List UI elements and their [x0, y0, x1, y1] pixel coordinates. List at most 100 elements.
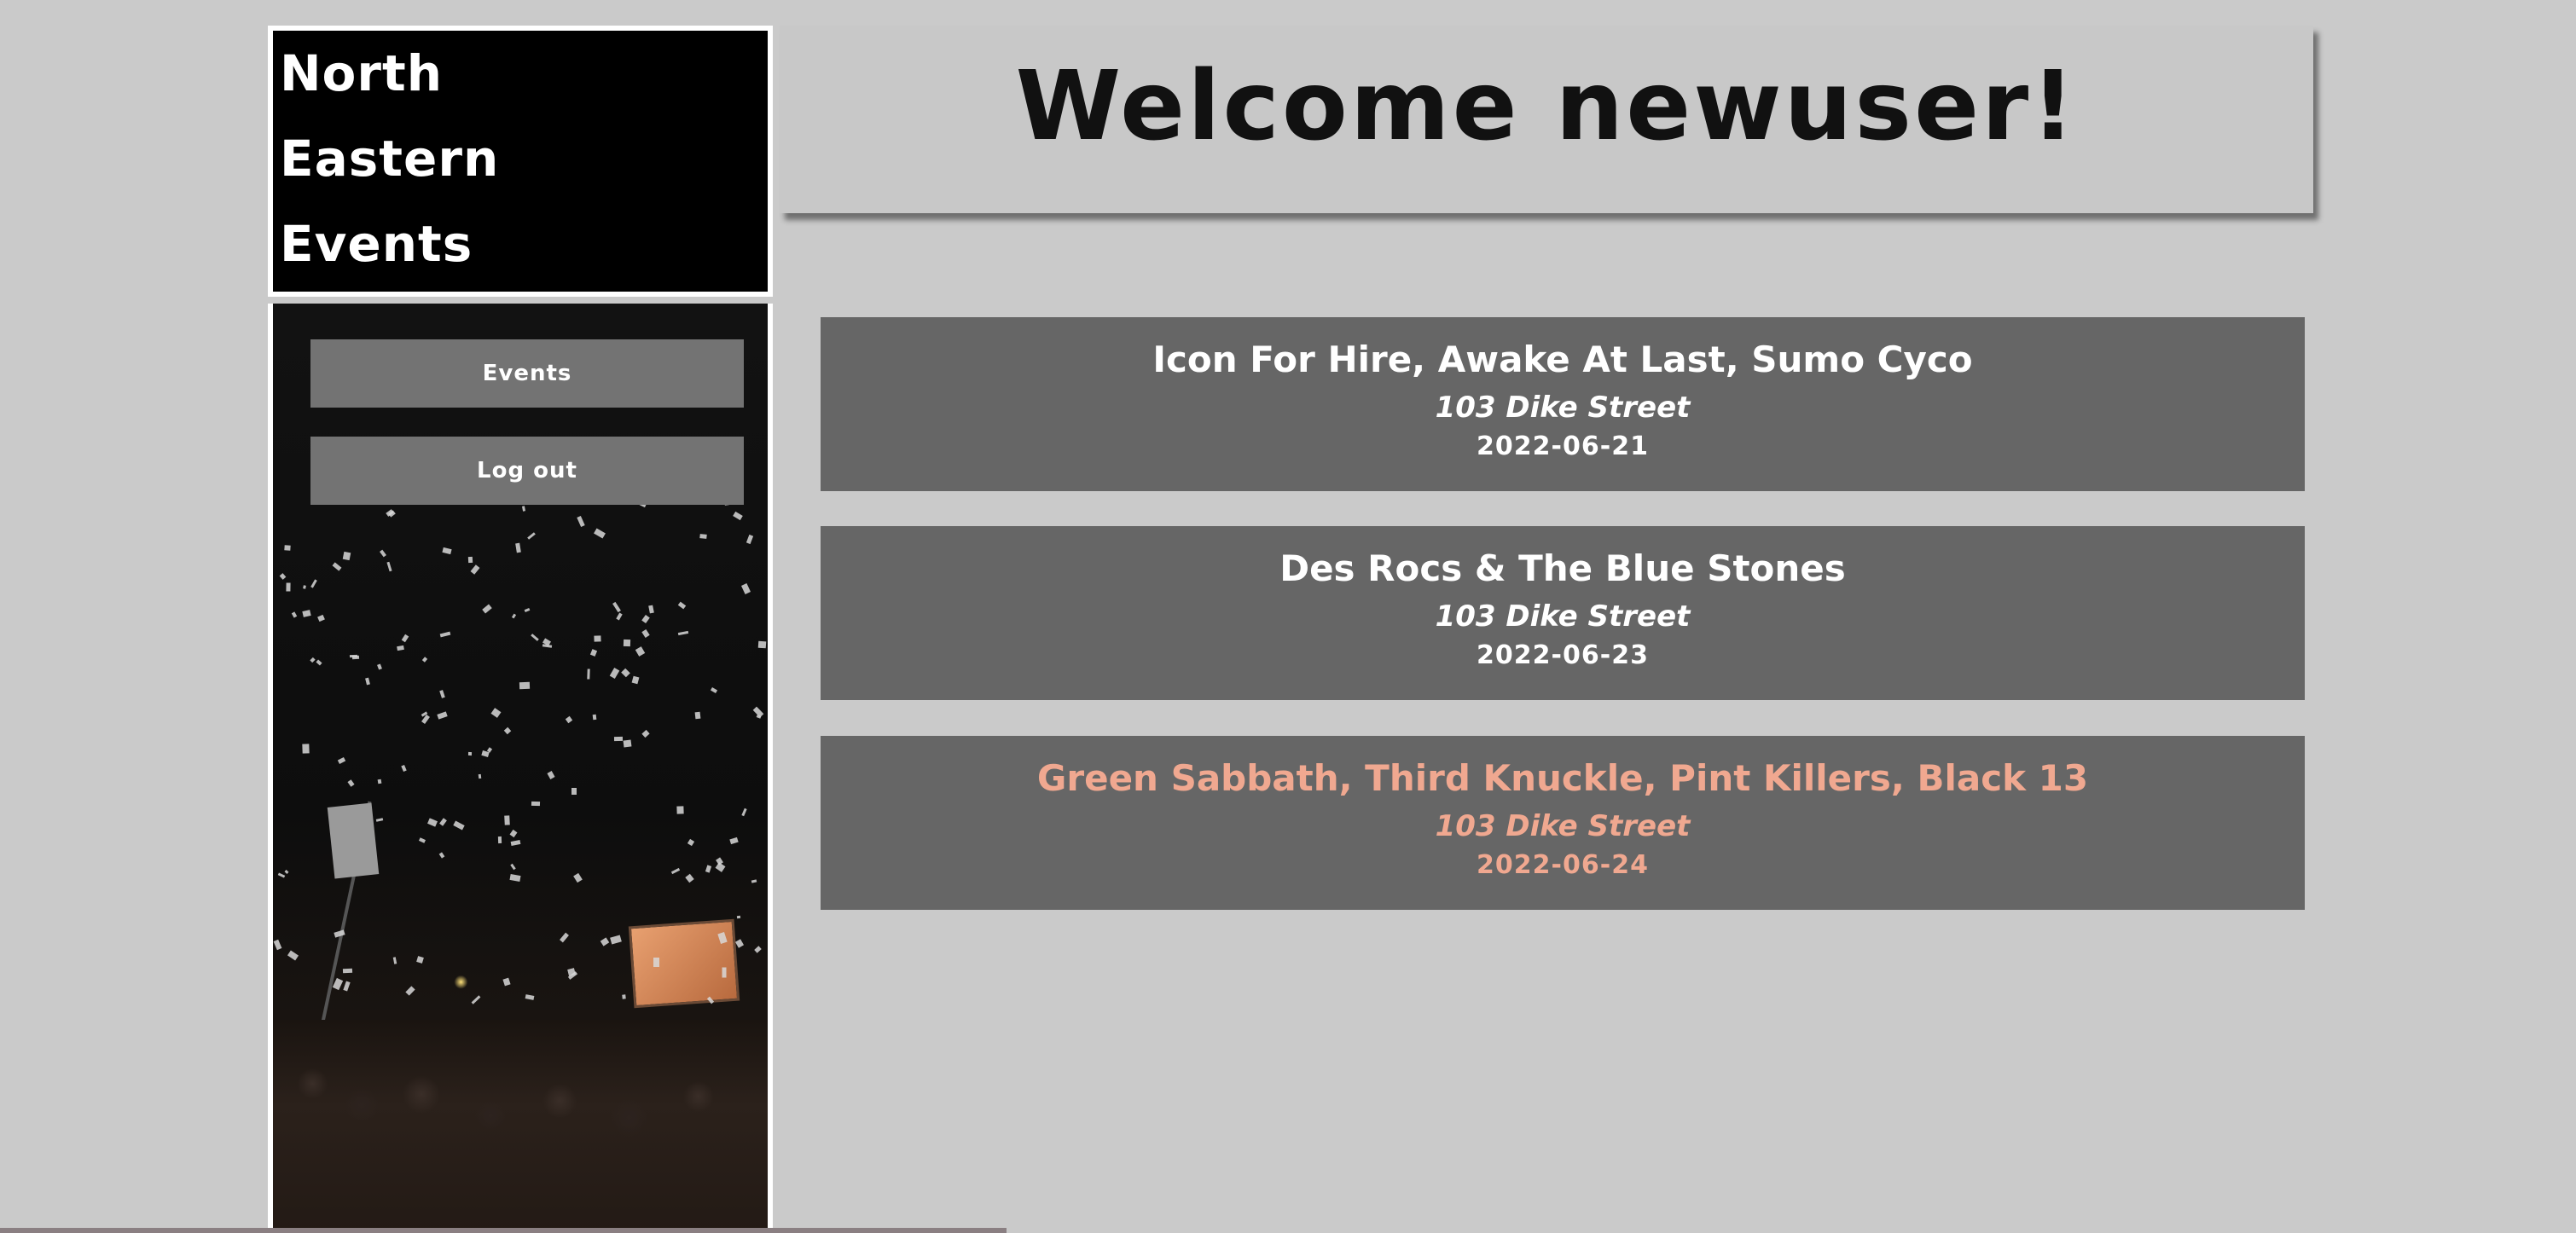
- confetti-piece: [676, 806, 684, 814]
- confetti-piece: [490, 708, 502, 718]
- confetti-piece: [613, 736, 624, 742]
- confetti-piece: [287, 950, 299, 961]
- confetti-piece: [594, 528, 606, 539]
- confetti-piece: [510, 863, 516, 871]
- event-title: Des Rocs & The Blue Stones: [1279, 547, 1846, 589]
- confetti-piece: [577, 516, 585, 527]
- confetti-piece: [386, 561, 392, 572]
- confetti-piece: [421, 657, 428, 663]
- confetti-piece: [746, 534, 754, 545]
- event-title: Icon For Hire, Awake At Last, Sumo Cyco: [1152, 339, 1973, 380]
- confetti-piece: [349, 654, 358, 658]
- confetti-piece: [439, 690, 445, 698]
- site-logo[interactable]: North Eastern Events: [268, 26, 773, 297]
- confetti-piece: [375, 818, 384, 822]
- confetti-piece: [612, 601, 621, 613]
- confetti-piece: [332, 977, 344, 991]
- confetti-piece: [380, 549, 386, 558]
- event-card-hovered[interactable]: Green Sabbath, Third Knuckle, Pint Kille…: [821, 736, 2305, 910]
- confetti-piece: [685, 873, 694, 883]
- event-date: 2022-06-21: [1477, 431, 1649, 461]
- event-date: 2022-06-24: [1477, 850, 1649, 880]
- confetti-piece: [757, 640, 767, 649]
- confetti-piece: [332, 562, 342, 571]
- confetti-piece: [509, 874, 521, 882]
- confetti-piece: [482, 604, 492, 614]
- confetti-piece: [427, 818, 438, 827]
- confetti-piece: [503, 726, 512, 735]
- confetti-piece: [635, 646, 646, 657]
- confetti-piece: [592, 714, 597, 721]
- confetti-piece: [641, 615, 650, 623]
- confetti-piece: [587, 669, 590, 680]
- confetti-piece: [497, 836, 502, 844]
- confetti-piece: [525, 994, 535, 1000]
- events-nav-button[interactable]: Events: [310, 339, 744, 408]
- confetti-piece: [600, 937, 610, 946]
- confetti-piece: [677, 630, 689, 636]
- confetti-piece: [317, 614, 325, 622]
- confetti-piece: [347, 779, 355, 787]
- confetti-piece: [343, 981, 351, 992]
- logo-line-1: North: [280, 44, 444, 102]
- confetti-piece: [377, 779, 382, 784]
- confetti-piece: [377, 663, 382, 670]
- confetti-piece: [531, 634, 539, 641]
- confetti-piece: [310, 657, 316, 663]
- confetti-piece: [752, 706, 764, 718]
- logout-button[interactable]: Log out: [310, 437, 744, 505]
- photo-crowd: [273, 1020, 768, 1233]
- confetti-piece: [733, 511, 743, 521]
- confetti-piece: [291, 611, 298, 618]
- confetti-piece: [524, 607, 531, 613]
- confetti-piece: [616, 612, 623, 621]
- confetti-piece: [609, 667, 620, 680]
- confetti-piece: [621, 668, 630, 678]
- confetti-piece: [439, 818, 447, 826]
- confetti-piece: [439, 631, 451, 638]
- confetti-piece: [687, 838, 695, 847]
- confetti-piece: [284, 545, 291, 551]
- confetti-piece: [277, 872, 286, 878]
- confetti-piece: [471, 995, 481, 1004]
- confetti-piece: [509, 829, 518, 838]
- confetti-piece: [470, 564, 480, 575]
- event-venue: 103 Dike Street: [1435, 599, 1691, 634]
- confetti-piece: [610, 935, 622, 945]
- confetti-piece: [519, 681, 531, 690]
- confetti-piece: [405, 986, 415, 996]
- confetti-piece: [437, 711, 448, 720]
- confetti-piece: [670, 867, 681, 875]
- confetti-piece: [442, 547, 452, 555]
- confetti-piece: [401, 634, 409, 643]
- logo-line-2: Eastern: [280, 130, 500, 188]
- confetti-piece: [467, 751, 473, 756]
- event-card[interactable]: Des Rocs & The Blue Stones 103 Dike Stre…: [821, 526, 2305, 700]
- event-card[interactable]: Icon For Hire, Awake At Last, Sumo Cyco …: [821, 317, 2305, 491]
- confetti-piece: [337, 756, 346, 765]
- event-venue: 103 Dike Street: [1435, 391, 1691, 425]
- bottom-scrollbar[interactable]: [0, 1228, 1007, 1233]
- confetti-piece: [397, 645, 404, 651]
- confetti-piece: [736, 915, 741, 919]
- confetti-piece: [589, 649, 598, 657]
- confetti-piece: [653, 958, 659, 967]
- confetti-piece: [631, 675, 640, 685]
- confetti-piece: [754, 946, 762, 953]
- confetti-piece: [286, 582, 291, 592]
- confetti-piece: [392, 957, 397, 964]
- confetti-piece: [438, 852, 445, 859]
- confetti-piece: [401, 764, 407, 773]
- confetti-piece: [741, 808, 747, 817]
- confetti-piece: [342, 551, 351, 561]
- welcome-title: Welcome newuser!: [1015, 51, 2078, 162]
- confetti-piece: [677, 601, 687, 610]
- page: North Eastern Events Events Log out Welc…: [0, 0, 2576, 1233]
- confetti-piece: [623, 739, 632, 748]
- confetti-piece: [502, 977, 511, 987]
- confetti-piece: [504, 815, 510, 825]
- welcome-header: Welcome newuser!: [780, 26, 2313, 213]
- confetti-piece: [478, 773, 482, 779]
- confetti-piece: [521, 506, 526, 512]
- confetti-piece: [310, 579, 317, 588]
